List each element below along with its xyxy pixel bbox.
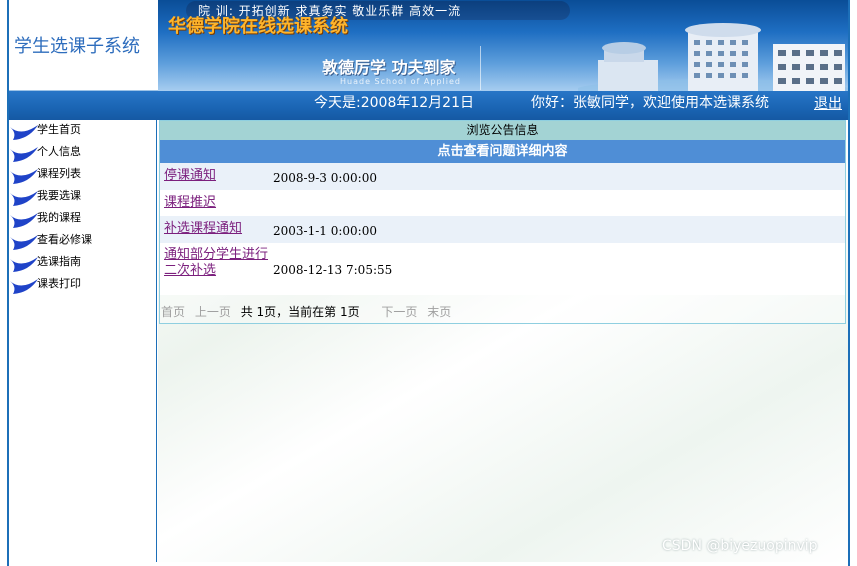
sidebar-menu: 学生首页 个人信息 课程列表 我要选课 我的课程 查看必修课 选课指南 课表打印 [9,120,157,562]
blue-swoosh-arrow-icon [10,235,38,250]
sidebar-item-label: 查看必修课 [37,233,92,246]
blue-swoosh-arrow-icon [10,257,38,272]
table-row: 停课通知 2008-9-3 0:00:00 [160,163,845,190]
next-page-link[interactable]: 下一页 [381,305,417,319]
page-info: 共 1页，当前在第 1页 [240,305,360,319]
banner-title: 华德学院在线选课系统 [168,16,348,37]
sidebar-item-print-schedule[interactable]: 课表打印 [9,274,156,296]
campus-building-image [578,23,848,91]
header-banner: 院 训: 开拓创新 求真务实 敬业乐群 高效一流 华德学院在线选课系统 敦德厉学… [158,0,848,91]
blue-swoosh-arrow-icon [10,125,38,140]
main-content: 浏览公告信息 点击查看问题详细内容 停课通知 2008-9-3 0:00:00 … [158,120,848,562]
banner-slogan: 敦德厉学 功夫到家 [322,58,456,77]
system-title-area: 学生选课子系统 [9,0,158,91]
sidebar-item-personal-info[interactable]: 个人信息 [9,142,156,164]
table-header: 点击查看问题详细内容 [160,140,845,163]
announcement-time: 2003-1-1 0:00:00 [273,224,377,238]
current-date: 今天是:2008年12月21日 [314,95,474,111]
blue-swoosh-arrow-icon [10,191,38,206]
blue-swoosh-arrow-icon [10,147,38,162]
announcement-title-link[interactable]: 补选课程通知 [164,221,242,237]
announcement-title-link[interactable]: 通知部分学生进行二次补选 [164,247,268,279]
prev-page-link[interactable]: 上一页 [195,305,231,319]
table-row: 课程推迟 [160,190,845,216]
sidebar-item-label: 我要选课 [37,189,81,202]
welcome-message: 你好：张敏同学，欢迎使用本选课系统 [531,95,769,111]
sidebar-item-label: 我的课程 [37,211,81,224]
panel-title: 浏览公告信息 [160,121,845,140]
sidebar-item-required-courses[interactable]: 查看必修课 [9,230,156,252]
info-bar: 今天是:2008年12月21日 你好：张敏同学，欢迎使用本选课系统 退出 [9,91,848,120]
blue-swoosh-arrow-icon [10,279,38,294]
banner-school-name: Huade School of Applied [340,77,461,86]
blue-swoosh-arrow-icon [10,213,38,228]
sidebar-item-my-courses[interactable]: 我的课程 [9,208,156,230]
announcement-title-link[interactable]: 停课通知 [164,168,216,184]
announcement-time: 2008-9-3 0:00:00 [273,171,377,185]
sidebar-item-label: 选课指南 [37,255,81,268]
pagination: 首页 上一页 共 1页，当前在第 1页 下一页 末页 [161,303,457,320]
sidebar-item-course-list[interactable]: 课程列表 [9,164,156,186]
watermark-text: CSDN @biyezuopinvip [662,538,818,554]
announcement-panel: 浏览公告信息 点击查看问题详细内容 停课通知 2008-9-3 0:00:00 … [159,120,846,324]
blue-swoosh-arrow-icon [10,169,38,184]
sidebar-item-select-course[interactable]: 我要选课 [9,186,156,208]
first-page-link[interactable]: 首页 [161,305,185,319]
sidebar-item-label: 学生首页 [37,123,81,136]
sidebar-item-course-guide[interactable]: 选课指南 [9,252,156,274]
table-row: 通知部分学生进行二次补选 2008-12-13 7:05:55 [160,243,845,295]
sidebar-item-label: 个人信息 [37,145,81,158]
banner-divider [480,46,481,90]
announcement-title-link[interactable]: 课程推迟 [164,195,216,211]
last-page-link[interactable]: 末页 [427,305,451,319]
sidebar-item-label: 课表打印 [37,277,81,290]
announcement-time: 2008-12-13 7:05:55 [273,263,393,277]
sidebar-item-label: 课程列表 [37,167,81,180]
sidebar-item-student-home[interactable]: 学生首页 [9,120,156,142]
system-title: 学生选课子系统 [14,36,140,57]
table-row: 补选课程通知 2003-1-1 0:00:00 [160,216,845,243]
logout-link[interactable]: 退出 [814,93,842,113]
